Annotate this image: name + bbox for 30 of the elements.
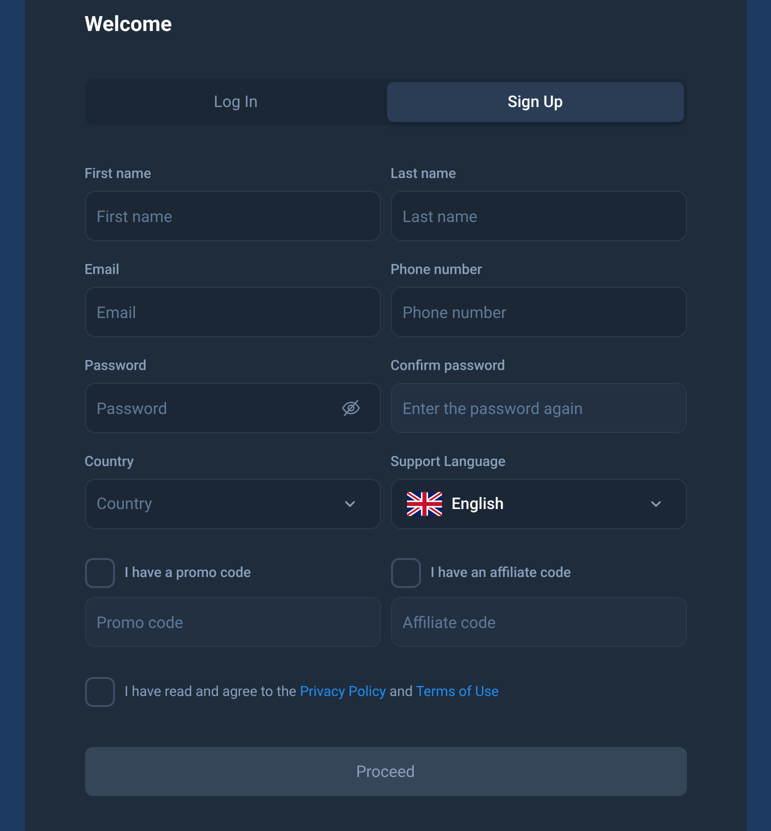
- field-label: Confirm password: [390, 357, 506, 375]
- agreement-text: I have read and agree to the Privacy Policy and Terms of Use: [124, 682, 499, 702]
- field-label: Support Language: [390, 453, 506, 471]
- eye-off-icon[interactable]: [340, 399, 360, 417]
- select-placeholder: Country: [96, 493, 152, 515]
- flag-icon: [406, 492, 442, 516]
- tab[interactable]: Log In: [88, 82, 384, 122]
- input-field[interactable]: Last name: [390, 191, 686, 241]
- select-field[interactable]: Country: [84, 479, 380, 529]
- input-field[interactable]: Email: [84, 287, 380, 337]
- field-label: Last name: [390, 165, 457, 183]
- chevron-down-icon: [344, 500, 356, 508]
- title: Welcome: [84, 12, 173, 39]
- language-value: English: [452, 493, 504, 515]
- field-label: Country: [84, 453, 135, 471]
- input-field[interactable]: Phone number: [390, 287, 686, 337]
- field-label: Email: [84, 261, 120, 279]
- password-field[interactable]: Password: [84, 383, 380, 433]
- chevron-down-icon: [650, 500, 662, 508]
- language-select[interactable]: English: [390, 479, 686, 529]
- checkbox[interactable]: [84, 677, 114, 707]
- checkbox-label: I have an affiliate code: [430, 564, 571, 582]
- checkbox-label: I have a promo code: [124, 564, 251, 582]
- input-field[interactable]: First name: [84, 191, 380, 241]
- privacy-policy-link[interactable]: Privacy Policy: [300, 684, 386, 700]
- terms-link[interactable]: Terms of Use: [416, 684, 499, 700]
- field-label: Phone number: [390, 261, 484, 279]
- field-label: Password: [84, 357, 148, 375]
- field-label: First name: [84, 165, 152, 183]
- tab[interactable]: Sign Up: [387, 82, 684, 122]
